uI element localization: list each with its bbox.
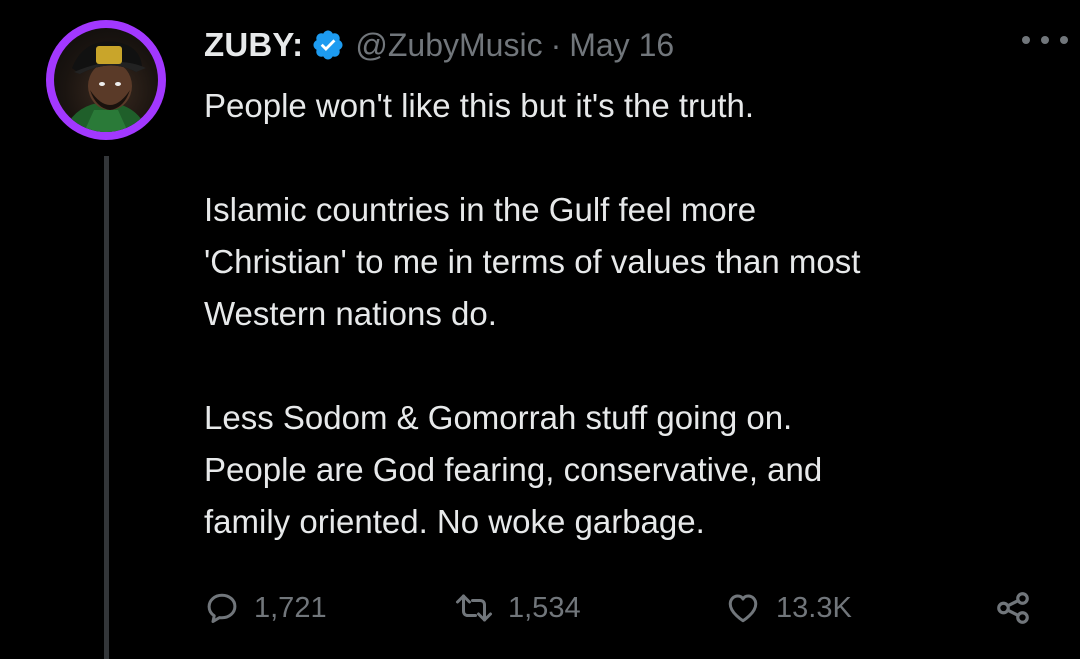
share-icon [997, 592, 1029, 624]
tweet-paragraph: Islamic countries in the Gulf feel more … [204, 184, 1044, 340]
tweet-line: People won't like this but it's the trut… [204, 87, 755, 124]
tweet-line: Less Sodom & Gomorrah stuff going on. [204, 399, 793, 436]
user-handle[interactable]: @ZubyMusic [355, 27, 542, 64]
more-dot [1041, 36, 1049, 44]
tweet-line: 'Christian' to me in terms of values tha… [204, 243, 861, 280]
tweet-paragraph: People won't like this but it's the trut… [204, 80, 1044, 132]
more-dot [1060, 36, 1068, 44]
avatar-column [46, 20, 168, 140]
separator-dot: · [550, 26, 562, 63]
thread-line [104, 156, 109, 659]
tweet-header: ZUBY: @ZubyMusic · May 16 [204, 22, 1068, 68]
tweet-line: family oriented. No woke garbage. [204, 503, 705, 540]
tweet-line: Western nations do. [204, 295, 497, 332]
reply-button[interactable]: 1,721 [204, 586, 327, 630]
retweet-button[interactable]: 1,534 [454, 586, 581, 630]
like-button[interactable]: 13.3K [724, 586, 852, 630]
like-count: 13.3K [776, 591, 852, 624]
more-options-icon[interactable] [1022, 30, 1068, 50]
more-dot [1022, 36, 1030, 44]
reply-count: 1,721 [254, 591, 327, 624]
avatar-photo [54, 28, 158, 132]
display-name[interactable]: ZUBY: [204, 26, 303, 64]
avatar[interactable] [46, 20, 166, 140]
avatar-cap-text [96, 46, 122, 64]
tweet-content: ZUBY: @ZubyMusic · May 16 People won't l… [204, 22, 1068, 548]
tweet-paragraph: Less Sodom & Gomorrah stuff going on. Pe… [204, 392, 1044, 548]
tweet-line: Islamic countries in the Gulf feel more [204, 191, 757, 228]
tweet-date[interactable]: May 16 [569, 27, 674, 64]
tweet-line: People are God fearing, conservative, an… [204, 451, 823, 488]
tweet-text: People won't like this but it's the trut… [204, 80, 1044, 548]
heart-icon [728, 594, 758, 623]
verified-badge-icon [311, 28, 345, 62]
tweet-actions: 1,721 1,534 13.3K [204, 586, 1034, 630]
retweet-count: 1,534 [508, 591, 581, 624]
retweet-icon [456, 594, 492, 622]
share-button[interactable] [994, 586, 1032, 630]
reply-icon [207, 593, 237, 623]
